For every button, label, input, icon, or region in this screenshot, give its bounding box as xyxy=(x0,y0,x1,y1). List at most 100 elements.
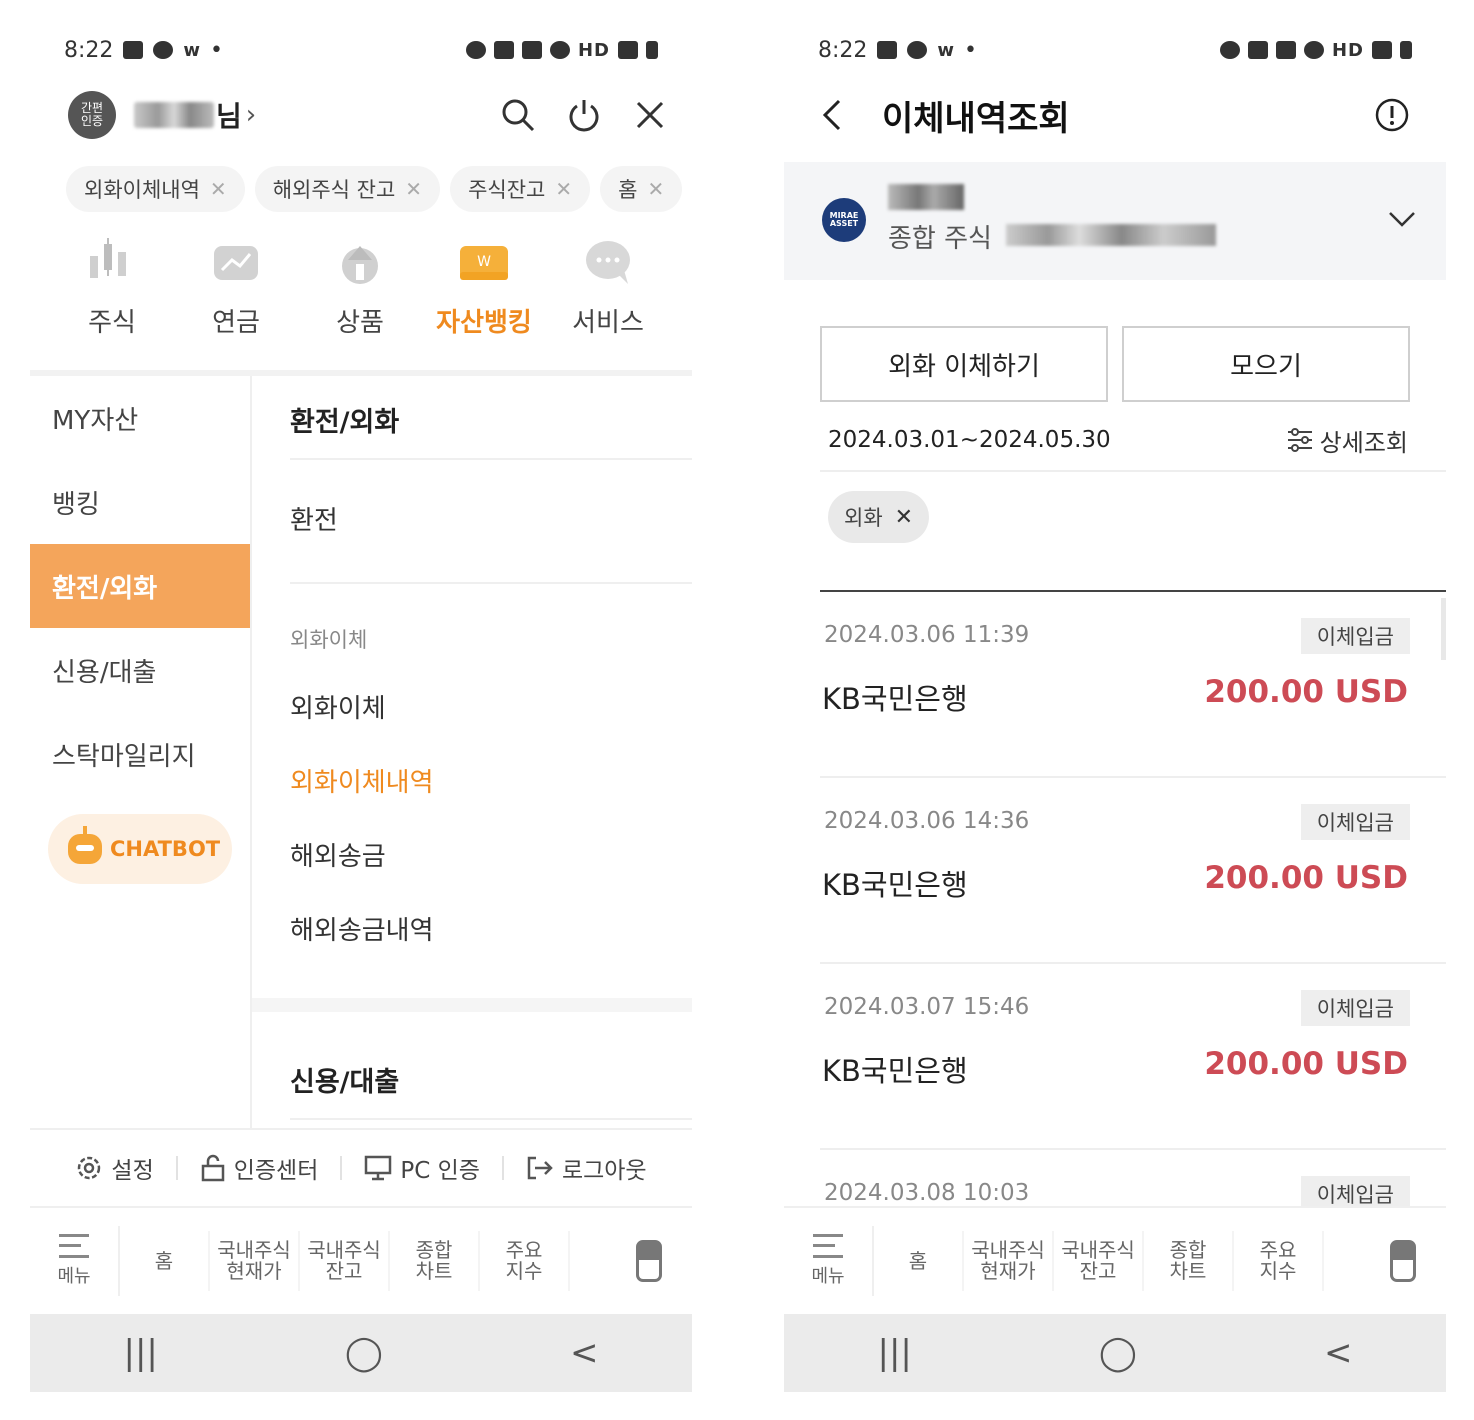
chip-close-icon[interactable]: ✕ xyxy=(895,505,913,530)
battery-saver-icon xyxy=(1275,41,1296,59)
category-stock[interactable]: 주식 xyxy=(50,236,174,339)
chip-label: 해외주식 잔고 xyxy=(272,178,396,202)
avatar-text: 간편 인증 xyxy=(80,101,104,128)
tab-domestic-balance[interactable]: 국내주식 잔고 xyxy=(300,1231,390,1291)
chevron-down-icon[interactable] xyxy=(1388,210,1416,232)
home-nav-icon[interactable]: ◯ xyxy=(1099,1333,1137,1373)
dot-icon: • xyxy=(210,37,224,63)
divider xyxy=(290,582,692,584)
status-time: 8:22 xyxy=(818,37,868,63)
side-item-credit-loan[interactable]: 신용/대출 xyxy=(30,628,250,712)
fx-transfer-button[interactable]: 외화 이체하기 xyxy=(820,326,1108,402)
recent-menu-chips: 외화이체내역 ✕ 해외주식 잔고 ✕ 주식잔고 ✕ 홈 ✕ xyxy=(66,166,692,212)
tab-domestic-price[interactable]: 국내주식 현재가 xyxy=(964,1231,1054,1291)
signal-icon xyxy=(1372,41,1392,59)
tab-domestic-price[interactable]: 국내주식 현재가 xyxy=(210,1231,300,1291)
recent-chip[interactable]: 외화이체내역 ✕ xyxy=(66,166,245,212)
menu-item-overseas-remit-history[interactable]: 해외송금내역 xyxy=(290,910,434,947)
side-item-my-asset[interactable]: MY자산 xyxy=(30,376,250,460)
tab-home[interactable]: 홈 xyxy=(874,1231,964,1291)
collect-button[interactable]: 모으기 xyxy=(1122,326,1410,402)
transaction-row[interactable]: 2024.03.06 14:36 이체입금 KB국민은행 200.00 USD xyxy=(820,778,1446,964)
divider xyxy=(290,1118,692,1120)
detail-search-button[interactable]: 상세조회 xyxy=(1286,423,1408,458)
chip-close-icon[interactable]: ✕ xyxy=(405,177,422,201)
chatbot-button[interactable]: CHATBOT xyxy=(48,814,232,884)
scrollbar[interactable] xyxy=(1441,598,1446,660)
tab-menu-label: 메뉴 xyxy=(57,1266,91,1287)
date-range: 2024.03.01~2024.05.30 xyxy=(828,427,1111,453)
category-service[interactable]: 서비스 xyxy=(546,236,670,339)
category-asset-banking[interactable]: W 자산뱅킹 xyxy=(422,236,546,339)
alarm-icon xyxy=(465,41,486,59)
account-type: 종합 주식 xyxy=(888,224,992,254)
phone-mode-icon[interactable] xyxy=(1390,1240,1416,1282)
menu-item-exchange[interactable]: 환전 xyxy=(290,500,338,537)
tab-index[interactable]: 주요 지수 xyxy=(480,1231,570,1291)
back-icon[interactable] xyxy=(814,97,850,133)
settings-button[interactable]: 설정 xyxy=(53,1151,175,1185)
close-icon[interactable] xyxy=(632,97,668,133)
transaction-row[interactable]: 2024.03.08 10:03 이체입금 xyxy=(820,1150,1446,1206)
menu-item-overseas-remit[interactable]: 해외송금 xyxy=(290,836,386,873)
side-item-exchange[interactable]: 환전/외화 xyxy=(30,544,250,628)
tab-domestic-balance[interactable]: 국내주식 잔고 xyxy=(1054,1231,1144,1291)
action-buttons: 외화 이체하기 모으기 xyxy=(820,326,1410,402)
logout-button[interactable]: 로그아웃 xyxy=(504,1151,669,1185)
recent-chip[interactable]: 홈 ✕ xyxy=(600,166,683,212)
power-icon[interactable] xyxy=(566,97,602,133)
detail-search-label: 상세조회 xyxy=(1319,428,1408,457)
wallet-icon: W xyxy=(460,246,508,280)
home-nav-icon[interactable]: ◯ xyxy=(345,1333,383,1373)
tx-type-badge: 이체입금 xyxy=(1300,618,1410,654)
side-item-banking[interactable]: 뱅킹 xyxy=(30,460,250,544)
tab-chart[interactable]: 종합 차트 xyxy=(390,1231,480,1291)
transaction-row[interactable]: 2024.03.07 15:46 이체입금 KB국민은행 200.00 USD xyxy=(820,964,1446,1150)
menu-item-fx-transfer[interactable]: 외화이체 xyxy=(290,688,386,725)
recent-chip[interactable]: 해외주식 잔고 ✕ xyxy=(254,166,441,212)
category-label: 상품 xyxy=(336,308,384,338)
tab-menu[interactable]: 메뉴 xyxy=(784,1226,874,1296)
transaction-row[interactable]: 2024.03.06 11:39 이체입금 KB국민은행 200.00 USD xyxy=(820,592,1446,778)
recents-nav-icon[interactable]: ||| xyxy=(124,1333,158,1373)
chip-close-icon[interactable]: ✕ xyxy=(210,177,227,201)
category-pension[interactable]: 연금 xyxy=(174,236,298,339)
talk-icon xyxy=(907,41,928,59)
chip-label: 외화이체내역 xyxy=(84,178,200,202)
menu-item-fx-transfer-history[interactable]: 외화이체내역 xyxy=(290,762,434,799)
chip-close-icon[interactable]: ✕ xyxy=(647,177,664,201)
back-nav-icon[interactable]: < xyxy=(1324,1333,1353,1373)
recents-nav-icon[interactable]: ||| xyxy=(878,1333,912,1373)
search-icon[interactable] xyxy=(500,97,536,133)
info-icon[interactable] xyxy=(1374,97,1410,133)
name-suffix[interactable]: 님 xyxy=(216,95,242,135)
mirae-asset-logo: MIRAE ASSET xyxy=(822,198,866,242)
tab-chart[interactable]: 종합 차트 xyxy=(1144,1231,1234,1291)
account-selector[interactable]: MIRAE ASSET 종합 주식 xyxy=(784,162,1446,280)
tx-amount: 200.00 USD xyxy=(1204,860,1408,896)
tab-index[interactable]: 주요 지수 xyxy=(1234,1231,1324,1291)
tx-bank: KB국민은행 xyxy=(822,1054,968,1088)
profile-chevron-icon[interactable]: › xyxy=(246,100,256,130)
tx-bank: KB국민은행 xyxy=(822,868,968,902)
status-bar: 8:22 w • HD xyxy=(818,34,1412,66)
simple-auth-avatar[interactable]: 간편 인증 xyxy=(68,91,116,139)
tab-menu[interactable]: 메뉴 xyxy=(30,1226,120,1296)
masked-user-name xyxy=(134,102,214,128)
stock-candle-icon xyxy=(90,238,126,278)
phone-mode-icon[interactable] xyxy=(636,1240,662,1282)
pc-auth-button[interactable]: PC 인증 xyxy=(342,1151,502,1185)
category-product[interactable]: 상품 xyxy=(298,236,422,339)
tab-home[interactable]: 홈 xyxy=(120,1231,210,1291)
chatbot-label: CHATBOT xyxy=(110,837,221,861)
product-icon xyxy=(342,246,378,284)
chat-bubble-icon xyxy=(586,241,630,284)
recent-chip[interactable]: 주식잔고 ✕ xyxy=(450,166,591,212)
cert-center-button[interactable]: 인증센터 xyxy=(178,1151,341,1185)
monitor-icon xyxy=(365,1155,392,1181)
chip-close-icon[interactable]: ✕ xyxy=(555,177,572,201)
side-item-stock-mileage[interactable]: 스탁마일리지 xyxy=(30,712,250,796)
date-filter-row: 2024.03.01~2024.05.30 상세조회 xyxy=(828,418,1408,462)
back-nav-icon[interactable]: < xyxy=(570,1333,599,1373)
filter-chip[interactable]: 외화 ✕ xyxy=(828,491,930,543)
